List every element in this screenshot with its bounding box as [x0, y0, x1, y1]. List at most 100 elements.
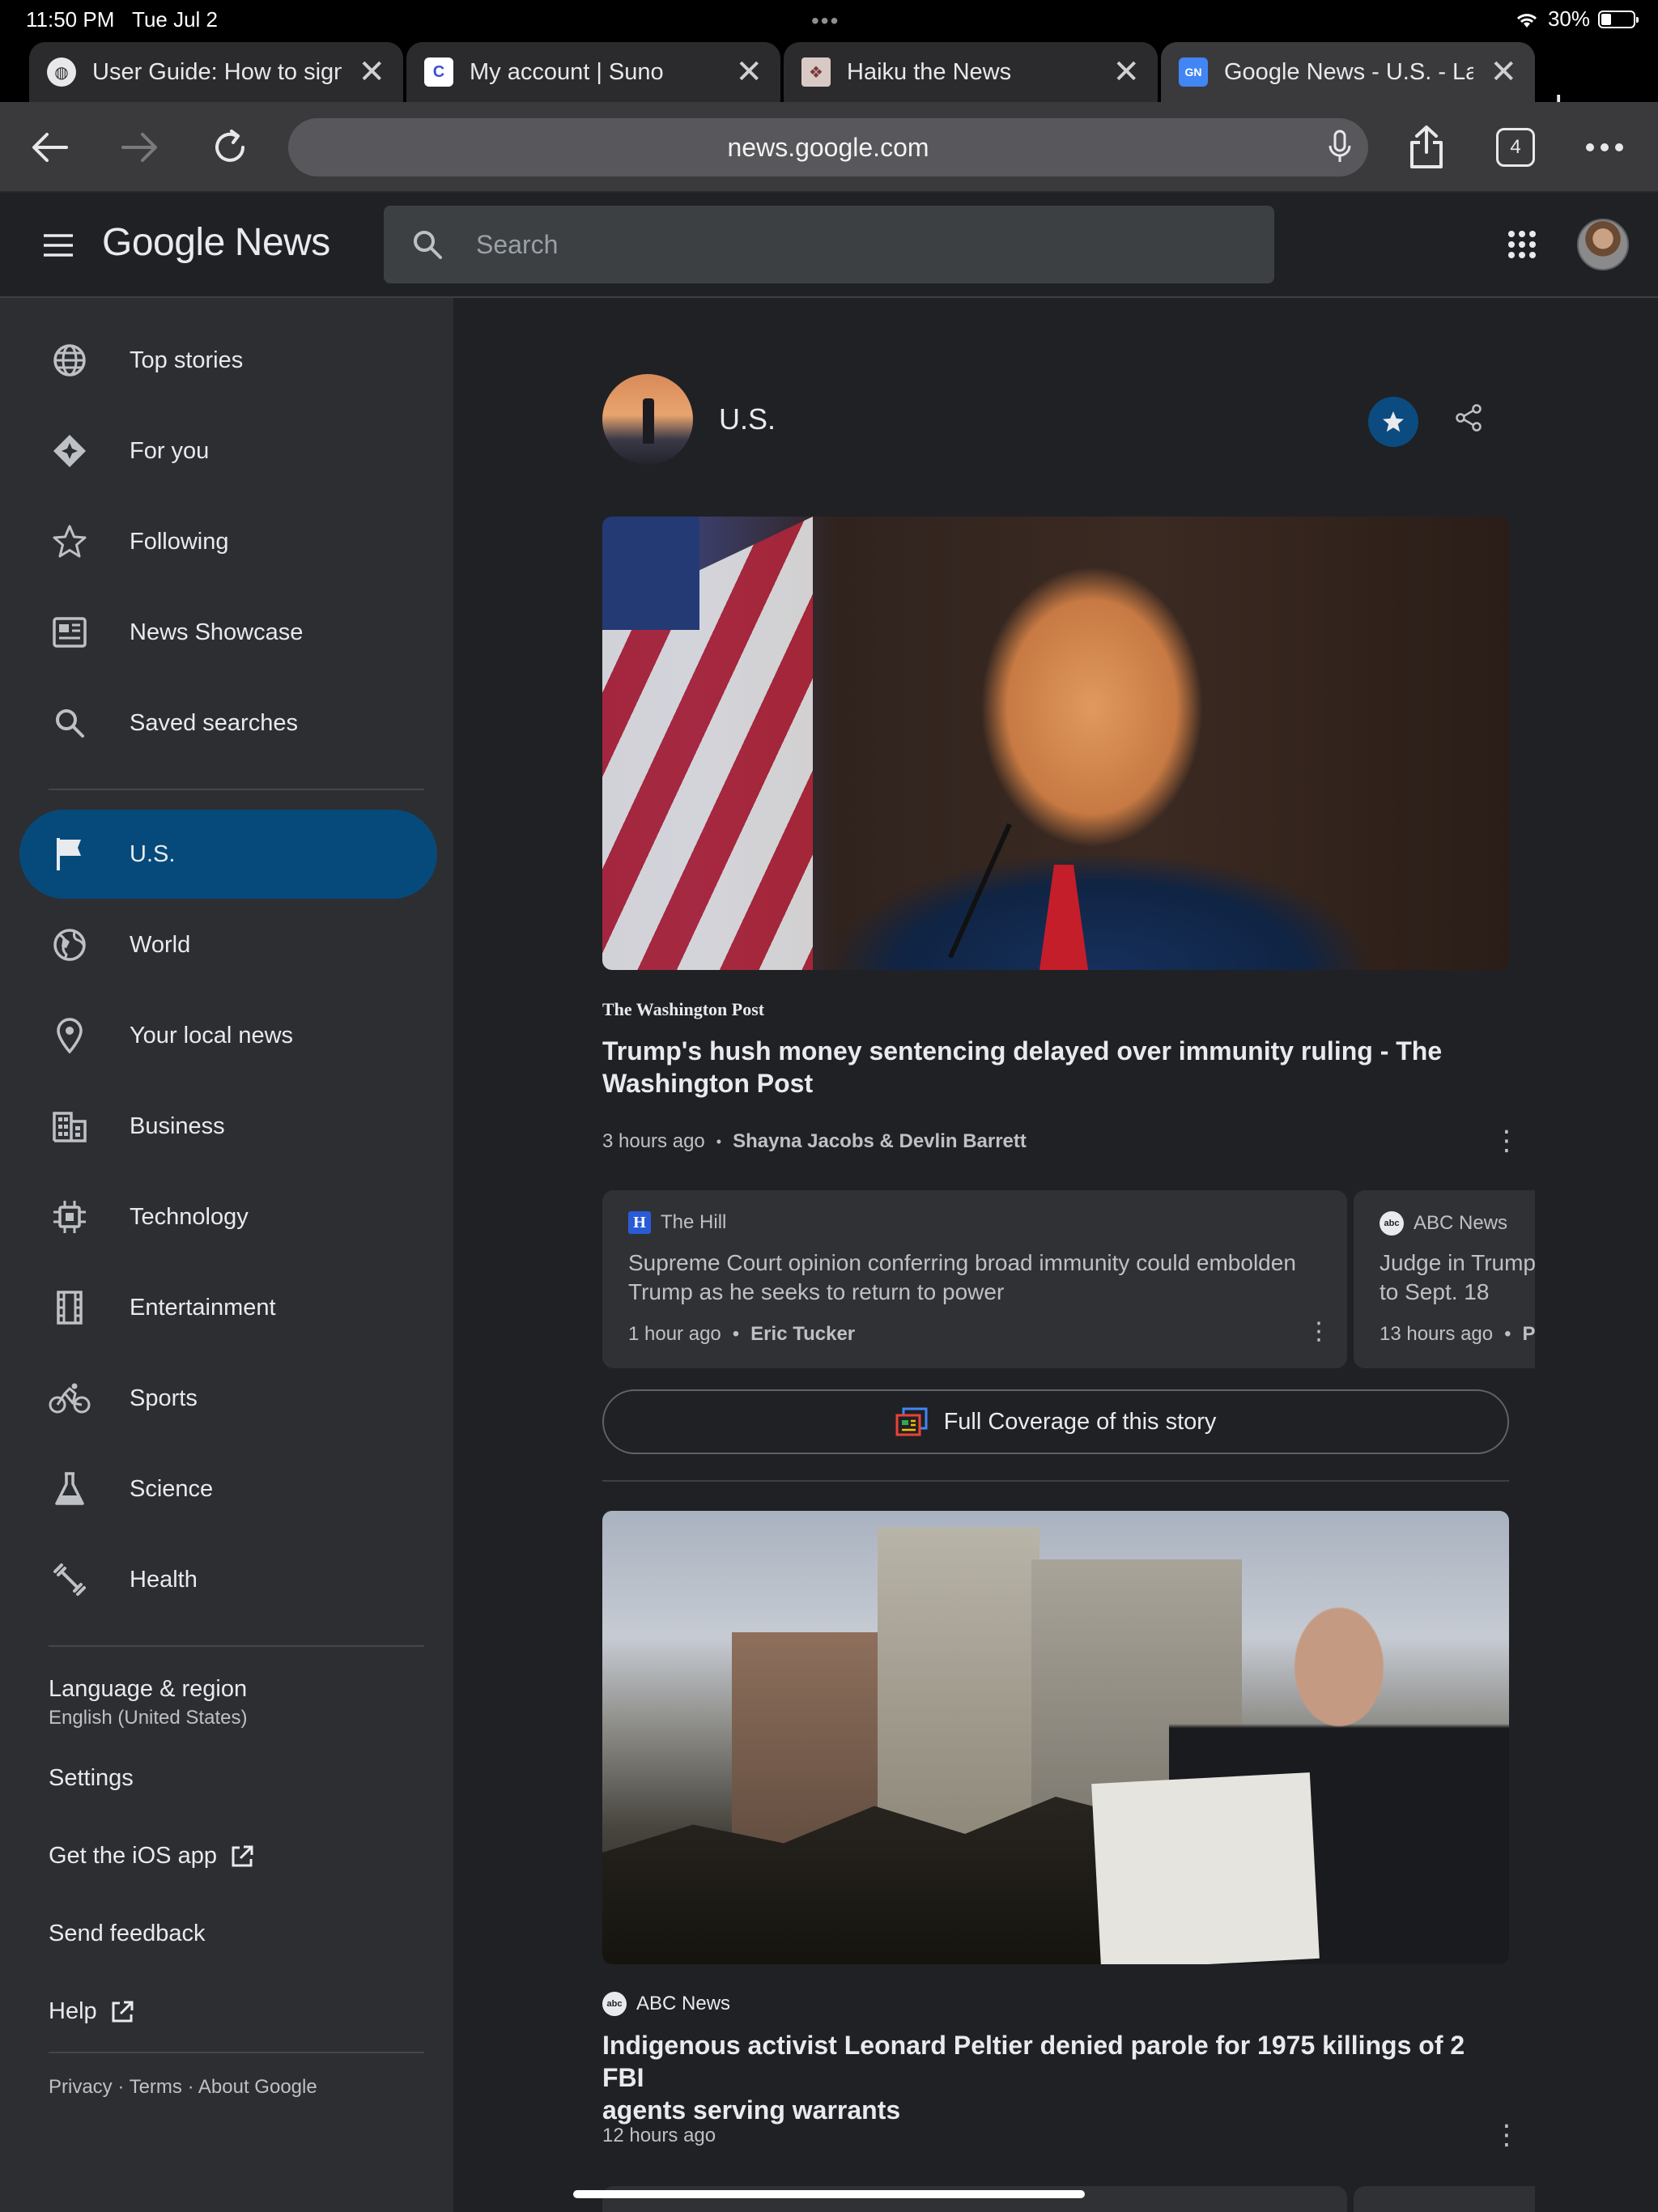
sidebar-item-sports[interactable]: Sports [19, 1354, 437, 1443]
sidebar-item-for-you[interactable]: For you [19, 406, 437, 496]
multitasking-dots-icon[interactable]: ••• [811, 8, 840, 34]
google-apps-icon[interactable] [1507, 230, 1537, 263]
sidebar-item-label: World [130, 931, 191, 958]
related-story-card[interactable]: H The Hill Supreme Court opinion conferr… [602, 1190, 1347, 1368]
full-coverage-button[interactable]: Full Coverage of this story [602, 1389, 1509, 1454]
browser-toolbar: news.google.com 4 [0, 102, 1658, 193]
sidebar-item-local-news[interactable]: Your local news [19, 991, 437, 1080]
story-headline[interactable]: Trump's hush money sentencing delayed ov… [602, 1035, 1509, 1100]
related-more-icon[interactable]: ⋮ [1307, 1320, 1331, 1344]
tab-count-button[interactable]: 4 [1496, 128, 1535, 167]
send-feedback-link[interactable]: Send feedback [49, 1921, 205, 1947]
wifi-icon [1516, 13, 1537, 28]
settings-link[interactable]: Settings [49, 1765, 134, 1792]
haiku-favicon-icon: ❖ [801, 57, 831, 87]
address-bar[interactable]: news.google.com [288, 118, 1368, 177]
close-tab-icon[interactable]: ✕ [358, 56, 385, 88]
film-icon [47, 1290, 92, 1325]
sidebar-item-top-stories[interactable]: Top stories [19, 316, 437, 405]
sidebar-item-label: Top stories [130, 347, 244, 373]
sidebar-item-entertainment[interactable]: Entertainment [19, 1263, 437, 1352]
sidebar-item-health[interactable]: Health [19, 1535, 437, 1624]
sidebar-item-label: Sports [130, 1385, 198, 1411]
help-link[interactable]: Help [49, 1998, 134, 2025]
search-bar[interactable] [384, 206, 1274, 283]
sidebar-item-label: News Showcase [130, 619, 304, 645]
sidebar-item-world[interactable]: World [19, 900, 437, 989]
sidebar-divider [49, 1645, 424, 1647]
url-text: news.google.com [727, 133, 929, 162]
source-logo-washington-post[interactable]: The Washington Post [602, 999, 764, 1020]
tab-title: Google News - U.S. - Lat [1224, 58, 1474, 85]
related-meta: 13 hours ago•Pe [1380, 1323, 1535, 1345]
story-image-peltier-protest[interactable] [602, 1511, 1509, 1964]
related-story-card-partial[interactable] [1354, 2186, 1535, 2212]
external-link-icon [112, 2001, 134, 2022]
share-topic-icon[interactable] [1454, 403, 1483, 436]
topic-title: U.S. [719, 402, 776, 436]
flag-icon [47, 836, 92, 872]
story-headline[interactable]: Indigenous activist Leonard Peltier deni… [602, 2029, 1509, 2126]
menu-icon[interactable] [42, 233, 74, 262]
sidebar-item-saved-searches[interactable]: Saved searches [19, 678, 437, 768]
microphone-icon[interactable] [1328, 130, 1352, 169]
google-news-logo[interactable]: Google News [102, 220, 330, 265]
external-link-icon [232, 1845, 253, 1866]
related-story-card[interactable]: abc ABC News Judge in Trump to Sept. 18 … [1354, 1190, 1535, 1368]
sidebar-item-technology[interactable]: Technology [19, 1172, 437, 1261]
story-image-trump[interactable] [602, 517, 1509, 970]
story-more-icon[interactable]: ⋮ [1493, 2121, 1520, 2149]
search-icon [47, 707, 92, 739]
story-more-icon[interactable]: ⋮ [1493, 1127, 1520, 1155]
close-tab-icon[interactable]: ✕ [1490, 56, 1517, 88]
help-label: Help [49, 1998, 97, 2024]
sidebar-item-news-showcase[interactable]: News Showcase [19, 588, 437, 677]
share-page-icon[interactable] [1402, 123, 1451, 172]
close-tab-icon[interactable]: ✕ [735, 56, 763, 88]
browser-tab-3[interactable]: ❖ Haiku the News ✕ [784, 42, 1158, 102]
footer-links[interactable]: Privacy · Terms · About Google [49, 2076, 317, 2099]
search-input[interactable] [476, 223, 1237, 266]
chip-icon [47, 1199, 92, 1235]
language-region-value: English (United States) [49, 1707, 248, 1729]
browser-tab-4[interactable]: GN Google News - U.S. - Lat ✕ [1161, 42, 1535, 102]
topic-header: U.S. [602, 374, 776, 465]
close-tab-icon[interactable]: ✕ [1112, 56, 1140, 88]
browser-tab-1[interactable]: ◍ User Guide: How to sign ✕ [29, 42, 403, 102]
sidebar: Top stories For you Following News Showc… [0, 298, 453, 2212]
language-region-link[interactable]: Language & region [49, 1676, 247, 1703]
bike-icon [47, 1382, 92, 1414]
home-indicator[interactable] [573, 2190, 1085, 2198]
flask-icon [47, 1471, 92, 1507]
sidebar-divider [49, 789, 424, 790]
abc-news-logo-icon: abc [1380, 1211, 1404, 1236]
more-options-icon[interactable] [1580, 123, 1629, 172]
google-news-header: Google News [0, 193, 1658, 298]
get-ios-app-label: Get the iOS app [49, 1843, 217, 1869]
search-icon [411, 228, 444, 265]
battery-icon [1598, 10, 1639, 28]
reload-icon[interactable] [206, 123, 254, 172]
world-icon [47, 927, 92, 963]
story-author[interactable]: Shayna Jacobs & Devlin Barrett [733, 1130, 1027, 1153]
google-news-favicon-icon: GN [1179, 57, 1208, 87]
story-time: 12 hours ago [602, 2125, 716, 2146]
sidebar-item-science[interactable]: Science [19, 1444, 437, 1534]
tab-title: User Guide: How to sign [92, 58, 342, 85]
account-avatar[interactable] [1577, 219, 1629, 270]
story-divider [602, 1480, 1509, 1482]
get-ios-app-link[interactable]: Get the iOS app [49, 1843, 254, 1870]
browser-tab-2[interactable]: C My account | Suno ✕ [406, 42, 780, 102]
sidebar-item-label: Your local news [130, 1022, 294, 1049]
sidebar-item-label: Health [130, 1566, 198, 1593]
forward-icon[interactable] [115, 123, 164, 172]
story-source[interactable]: abc ABC News [602, 1992, 730, 2016]
back-icon[interactable] [26, 123, 74, 172]
star-filled-icon [1383, 411, 1404, 432]
sidebar-item-label: For you [130, 437, 210, 464]
the-hill-logo-icon: H [628, 1211, 651, 1234]
sidebar-item-us[interactable]: U.S. [19, 810, 437, 899]
sidebar-item-business[interactable]: Business [19, 1082, 437, 1171]
follow-topic-button[interactable] [1368, 397, 1418, 447]
sidebar-item-following[interactable]: Following [19, 497, 437, 586]
